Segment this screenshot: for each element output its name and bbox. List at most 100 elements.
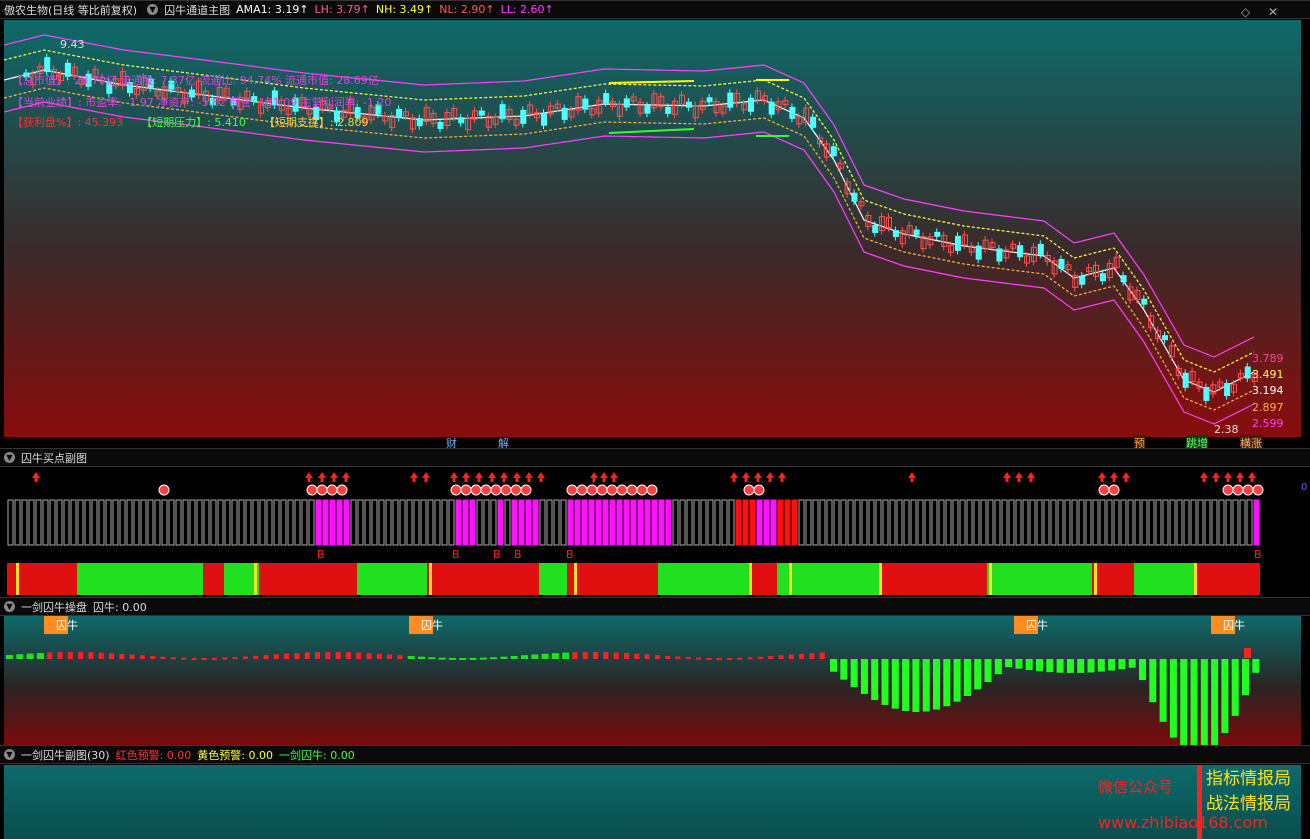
trend-bar (770, 563, 777, 595)
trend-bar (609, 563, 616, 595)
buy-label: B (452, 548, 460, 561)
buy-label: B (566, 548, 574, 561)
support-value: 2.809 (337, 116, 369, 129)
trend-bar (35, 563, 42, 595)
buy-point-bar (714, 499, 721, 546)
sub2-value: 囚牛: 0.00 (93, 600, 147, 614)
histogram-bar (26, 653, 34, 659)
trend-bar (1106, 563, 1113, 595)
histogram-bar (284, 653, 290, 659)
sub3-title[interactable]: 一剑囚牛副图(30) (21, 747, 110, 763)
buy-point-bar (168, 499, 175, 546)
trend-bar (441, 563, 448, 595)
histogram-bar (871, 659, 879, 701)
trend-bar (917, 563, 924, 595)
operation-chart[interactable]: 囚牛 囚牛 囚牛 囚牛 (4, 616, 1301, 745)
buy-point-chart[interactable]: BBBBBB (4, 467, 1301, 597)
buy-point-bar (1134, 499, 1141, 546)
trend-bar (1029, 563, 1036, 595)
buy-point-bar (742, 499, 749, 546)
candle-body (789, 106, 796, 119)
pressure-value: 5.410 (214, 116, 246, 129)
collapse-icon[interactable]: ▼ (4, 749, 15, 760)
buy-point-bar (1099, 499, 1106, 546)
qiuniu-tag-label: 囚牛 (421, 618, 443, 632)
collapse-icon[interactable]: ▼ (4, 452, 15, 463)
histogram-bar (850, 659, 858, 688)
buy-point-bar (931, 499, 938, 546)
trend-bar (763, 563, 770, 595)
trend-bar (1239, 563, 1246, 595)
histogram-bar (1231, 659, 1239, 716)
histogram-bar (510, 655, 518, 659)
warning-bar (749, 563, 752, 595)
trend-bar (1246, 563, 1253, 595)
diamond-icon[interactable]: ◇ (1241, 5, 1250, 18)
trend-bar (581, 563, 588, 595)
settings-icon[interactable]: ✕ (1268, 5, 1278, 18)
histogram-bar (613, 652, 619, 659)
buy-point-bar (1239, 499, 1246, 546)
buy-point-bar (959, 499, 966, 546)
histogram-bar (428, 657, 436, 660)
warning-bar (429, 563, 432, 595)
buy-point-bar (210, 499, 217, 546)
buy-point-bar (1022, 499, 1029, 546)
histogram-bar (572, 652, 578, 659)
histogram-bar (531, 654, 539, 659)
histogram-bar (696, 657, 702, 660)
histogram-bar (67, 652, 73, 659)
sub2-title[interactable]: 一剑囚牛操盘 (21, 599, 87, 615)
histogram-bar (397, 655, 403, 659)
trend-bar (742, 563, 749, 595)
buy-ball-icon (158, 484, 170, 496)
trend-bar (812, 563, 819, 595)
up-arrow-icon (1110, 472, 1118, 482)
candle-body (748, 97, 754, 112)
candle-body (44, 57, 51, 73)
toolbar-buttons: ◇ ✕ (1241, 5, 1284, 18)
trend-bar (77, 563, 84, 595)
sub1-title[interactable]: 囚牛买点副图 (21, 450, 87, 466)
trend-bar (1169, 563, 1176, 595)
collapse-icon[interactable]: ▼ (147, 4, 159, 15)
histogram-bar (129, 654, 135, 659)
collapse-icon[interactable]: ▼ (4, 601, 15, 612)
trend-bar (182, 563, 189, 595)
histogram-bar (562, 652, 570, 659)
buy-point-bar (294, 499, 301, 546)
histogram-bar (1097, 659, 1105, 672)
buy-point-bar (175, 499, 182, 546)
indicator-name[interactable]: 囚牛通道主图 (164, 2, 230, 18)
trend-bar (140, 563, 147, 595)
buy-point-bar (1085, 499, 1092, 546)
histogram-bar (551, 653, 559, 659)
buy-point-bar (182, 499, 189, 546)
histogram-bar (1139, 659, 1146, 681)
buy-point-bar (518, 499, 525, 546)
trend-bar (1211, 563, 1218, 595)
histogram-bar (36, 652, 44, 659)
trend-bar (1134, 563, 1141, 595)
trend-bar (7, 563, 14, 595)
histogram-bar (1159, 659, 1167, 722)
buy-point-bar (805, 499, 812, 546)
buy-point-bars: BBBBBB (7, 472, 1264, 595)
main-chart[interactable]: 【总市值】: 28.70亿 流通股: 7.37亿 流通比: 94.74% 流通市… (4, 20, 1301, 437)
trend-bar (406, 563, 413, 595)
buy-point-bar (413, 499, 420, 546)
trend-bar (329, 563, 336, 595)
trend-bar (112, 563, 119, 595)
trend-bar (595, 563, 602, 595)
trend-bar (1162, 563, 1169, 595)
up-arrow-icon (537, 472, 545, 482)
buy-point-bar (49, 499, 56, 546)
buy-point-bar (357, 499, 364, 546)
trend-bar (462, 563, 469, 595)
histogram-bar (593, 652, 599, 659)
histogram-bar (1244, 648, 1251, 658)
candle-body (1162, 335, 1168, 341)
nl-value: NL: 2.90↑ (439, 3, 495, 16)
histogram-bar (212, 657, 217, 660)
trend-bar (434, 563, 441, 595)
